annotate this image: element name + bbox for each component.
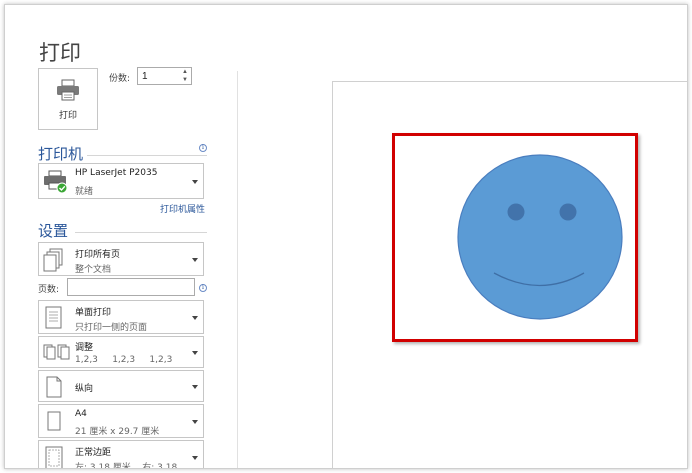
margins-dropdown[interactable]: 正常边距 左: 3.18 厘米 右: 3.18 bbox=[38, 440, 204, 469]
sides-dropdown[interactable]: 单面打印 只打印一侧的页面 bbox=[38, 300, 204, 334]
settings-section-title: 设置 bbox=[38, 222, 69, 240]
margins-subtitle: 左: 3.18 厘米 右: 3.18 bbox=[75, 463, 178, 469]
print-button-label: 打印 bbox=[58, 111, 77, 121]
printer-dropdown[interactable]: HP LaserJet P2035 就绪 bbox=[38, 163, 204, 199]
chevron-down-icon bbox=[192, 456, 198, 460]
paper-size-subtitle: 21 厘米 x 29.7 厘米 bbox=[75, 427, 160, 437]
chevron-down-icon bbox=[192, 316, 198, 320]
print-window: 打印 打印 份数: 1 ▲ ▼ 打印机 i HP LaserJet P2035 bbox=[4, 4, 688, 469]
print-range-dropdown[interactable]: 打印所有页 整个文档 bbox=[38, 242, 204, 276]
pages-input[interactable] bbox=[67, 278, 195, 296]
margins-title: 正常边距 bbox=[75, 448, 112, 458]
settings-section-divider bbox=[75, 232, 207, 233]
printer-name: HP LaserJet P2035 bbox=[75, 168, 158, 178]
right-eye bbox=[559, 203, 577, 221]
spin-up-icon[interactable]: ▲ bbox=[179, 68, 191, 76]
printer-status: 就绪 bbox=[75, 187, 94, 197]
paper-size-dropdown[interactable]: A4 21 厘米 x 29.7 厘米 bbox=[38, 404, 204, 438]
collate-subtitle: 1,2,3 1,2,3 1,2,3 bbox=[75, 355, 173, 365]
left-eye bbox=[507, 203, 525, 221]
chevron-down-icon bbox=[192, 351, 198, 355]
printer-section-title: 打印机 bbox=[38, 145, 84, 163]
copies-stepper[interactable]: 1 ▲ ▼ bbox=[137, 67, 192, 85]
printer-ready-icon bbox=[44, 170, 68, 194]
single-sided-icon bbox=[45, 306, 62, 329]
copies-spin-buttons[interactable]: ▲ ▼ bbox=[179, 68, 191, 84]
chevron-down-icon bbox=[192, 258, 198, 262]
panel-divider bbox=[237, 71, 238, 468]
printer-properties-link[interactable]: 打印机属性 bbox=[160, 202, 205, 215]
sides-subtitle: 只打印一侧的页面 bbox=[75, 323, 148, 333]
collate-icon bbox=[43, 344, 70, 360]
orientation-title: 纵向 bbox=[75, 384, 94, 394]
page-title: 打印 bbox=[39, 41, 81, 65]
copies-label: 份数: bbox=[109, 74, 131, 84]
chevron-down-icon bbox=[192, 420, 198, 424]
printer-icon bbox=[57, 79, 79, 101]
copies-value: 1 bbox=[142, 71, 148, 82]
printer-info-icon[interactable]: i bbox=[199, 144, 207, 152]
chevron-down-icon bbox=[192, 385, 198, 389]
sides-title: 单面打印 bbox=[75, 308, 112, 318]
orientation-dropdown[interactable]: 纵向 bbox=[38, 370, 204, 402]
pages-label: 页数: bbox=[38, 285, 60, 295]
chevron-down-icon bbox=[192, 180, 198, 184]
collate-dropdown[interactable]: 调整 1,2,3 1,2,3 1,2,3 bbox=[38, 336, 204, 368]
collate-title: 调整 bbox=[75, 343, 94, 353]
all-pages-icon bbox=[43, 248, 63, 272]
printer-section-divider bbox=[87, 155, 207, 156]
print-range-title: 打印所有页 bbox=[75, 250, 121, 260]
portrait-icon bbox=[46, 376, 62, 398]
margins-icon bbox=[45, 446, 63, 468]
spin-down-icon[interactable]: ▼ bbox=[179, 76, 191, 84]
pages-info-icon[interactable]: i bbox=[199, 284, 207, 292]
paper-size-title: A4 bbox=[75, 409, 87, 419]
paper-icon bbox=[47, 411, 61, 431]
print-button[interactable]: 打印 bbox=[38, 68, 98, 130]
print-range-subtitle: 整个文档 bbox=[75, 265, 112, 275]
smiley-face-shape bbox=[457, 154, 623, 320]
